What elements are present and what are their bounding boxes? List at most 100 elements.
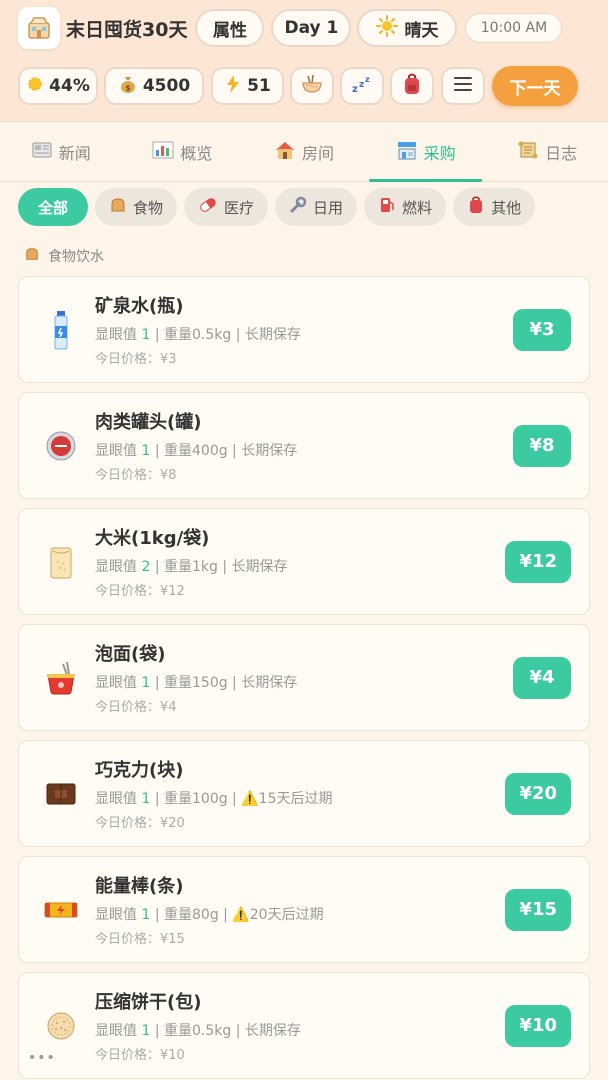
- list-item: 泡面(袋) 显眼值 1 | 重量150g | 长期保存 今日价格：¥4 ¥4: [18, 624, 590, 731]
- item-today-price: 今日价格：¥20: [95, 816, 185, 831]
- sun-small-icon: [26, 75, 44, 98]
- attributes-button[interactable]: 属性: [195, 9, 265, 47]
- filter-other[interactable]: 其他: [453, 188, 536, 226]
- item-meta: 显眼值 1 | 重量150g | 长期保存: [95, 675, 298, 691]
- list-item: 矿泉水(瓶) 显眼值 1 | 重量0.5kg | 长期保存 今日价格：¥3 ¥3: [18, 276, 590, 383]
- newspaper-icon: [31, 140, 53, 164]
- filter-all[interactable]: 全部: [18, 188, 88, 226]
- item-meta: 显眼值 1 | 重量0.5kg | 长期保存: [95, 327, 301, 343]
- filter-daily[interactable]: 日用: [275, 188, 358, 226]
- item-meta: 显眼值 1 | 重量0.5kg | 长期保存: [95, 1023, 301, 1039]
- more-dots-icon[interactable]: •••: [28, 1050, 56, 1066]
- energy-bar-icon: [41, 900, 81, 920]
- list-item: 压缩饼干(包) 显眼值 1 | 重量0.5kg | 长期保存 今日价格：¥10 …: [18, 972, 590, 1079]
- list-item: 肉类罐头(罐) 显眼值 1 | 重量400g | 长期保存 今日价格：¥8 ¥8: [18, 392, 590, 499]
- fuel-icon: [378, 196, 396, 218]
- buy-button[interactable]: ¥12: [505, 540, 571, 583]
- tab-overview[interactable]: 概览: [122, 122, 244, 181]
- chart-icon: [152, 140, 174, 164]
- item-list: 矿泉水(瓶) 显眼值 1 | 重量0.5kg | 长期保存 今日价格：¥3 ¥3…: [0, 276, 608, 1079]
- tab-label: 房间: [301, 143, 334, 163]
- backpack-icon: [402, 73, 422, 100]
- item-name: 大米(1kg/袋): [95, 528, 210, 549]
- tab-log[interactable]: 日志: [486, 122, 608, 181]
- chocolate-icon: [41, 782, 81, 806]
- money-bag-icon: $: [118, 74, 138, 99]
- bread-icon: [24, 246, 40, 266]
- sleep-button[interactable]: zzz: [340, 67, 384, 105]
- svg-text:z: z: [365, 75, 370, 84]
- backpack-icon: [467, 196, 485, 218]
- noodle-bowl-icon: [301, 74, 323, 99]
- weather-label: 晴天: [404, 20, 439, 41]
- status-row: 44% $ 4500 51 zzz 下一天: [18, 64, 596, 108]
- tab-news[interactable]: 新闻: [0, 122, 122, 181]
- section-header: 食物饮水: [0, 244, 608, 268]
- item-today-price: 今日价格：¥12: [95, 584, 185, 599]
- wrench-icon: [289, 196, 307, 218]
- item-meta: 显眼值 1 | 重量100g | ⚠️15天后过期: [95, 791, 333, 807]
- item-meta: 显眼值 1 | 重量400g | 长期保存: [95, 443, 298, 459]
- scroll-icon: [517, 140, 539, 164]
- buy-button[interactable]: ¥8: [513, 424, 571, 467]
- tab-room[interactable]: 房间: [243, 122, 365, 181]
- menu-button[interactable]: [441, 67, 485, 105]
- tab-label: 采购: [423, 143, 456, 163]
- tab-label: 新闻: [58, 143, 91, 163]
- svg-text:z: z: [359, 80, 364, 90]
- category-filters: 全部 食物 医疗 日用 燃料 其他: [0, 185, 608, 229]
- list-item: 能量棒(条) 显眼值 1 | 重量80g | ⚠️20天后过期 今日价格：¥15…: [18, 856, 590, 963]
- tab-label: 日志: [545, 143, 578, 163]
- water-bottle-icon: [41, 310, 81, 350]
- lightning-icon: [224, 74, 242, 99]
- filter-label: 日用: [313, 198, 344, 217]
- eat-button[interactable]: [290, 67, 334, 105]
- house-icon: [274, 140, 296, 164]
- zzz-icon: zzz: [350, 74, 374, 99]
- item-name: 能量棒(条): [95, 876, 184, 897]
- buy-button[interactable]: ¥20: [505, 772, 571, 815]
- item-name: 矿泉水(瓶): [95, 296, 184, 317]
- day-indicator: Day 1: [271, 9, 352, 47]
- filter-food[interactable]: 食物: [95, 188, 178, 226]
- item-name: 压缩饼干(包): [95, 992, 202, 1013]
- time-display: 10:00 AM: [465, 13, 563, 43]
- item-meta: 显眼值 2 | 重量1kg | 长期保存: [95, 559, 288, 575]
- money-stat: $ 4500: [104, 67, 204, 105]
- app-logo-icon: [18, 7, 60, 49]
- item-today-price: 今日价格：¥10: [95, 1048, 185, 1063]
- energy-value: 51: [247, 76, 271, 96]
- canned-meat-icon: [41, 430, 81, 462]
- svg-text:z: z: [352, 84, 358, 94]
- buy-button[interactable]: ¥4: [513, 656, 571, 699]
- filter-fuel[interactable]: 燃料: [364, 188, 447, 226]
- filter-label: 燃料: [402, 198, 433, 217]
- list-item: 巧克力(块) 显眼值 1 | 重量100g | ⚠️15天后过期 今日价格：¥2…: [18, 740, 590, 847]
- filter-medical[interactable]: 医疗: [184, 188, 269, 226]
- health-value: 44%: [49, 76, 90, 96]
- noodle-icon: [41, 661, 81, 695]
- sun-icon: [376, 14, 399, 42]
- filter-label: 医疗: [224, 198, 255, 217]
- hamburger-icon: [453, 74, 473, 99]
- svg-text:$: $: [125, 83, 131, 92]
- item-name: 肉类罐头(罐): [95, 412, 202, 433]
- money-value: 4500: [142, 76, 191, 96]
- item-name: 巧克力(块): [95, 760, 184, 781]
- tab-purchase[interactable]: 采购: [365, 122, 487, 182]
- item-meta: 显眼值 1 | 重量80g | ⚠️20天后过期: [95, 907, 324, 923]
- energy-stat: 51: [211, 67, 284, 105]
- buy-button[interactable]: ¥10: [505, 1004, 571, 1047]
- filter-label: 其他: [491, 198, 522, 217]
- weather-indicator: 晴天: [357, 9, 458, 47]
- buy-button[interactable]: ¥15: [505, 888, 571, 931]
- shop-icon: [396, 140, 418, 164]
- biscuit-icon: [41, 1011, 81, 1041]
- next-day-button[interactable]: 下一天: [492, 66, 578, 106]
- app-title: 末日囤货30天: [66, 18, 188, 41]
- buy-button[interactable]: ¥3: [513, 308, 571, 351]
- backpack-button[interactable]: [390, 67, 434, 105]
- bread-icon: [109, 196, 127, 218]
- section-title: 食物饮水: [48, 249, 104, 265]
- item-today-price: 今日价格：¥15: [95, 932, 185, 947]
